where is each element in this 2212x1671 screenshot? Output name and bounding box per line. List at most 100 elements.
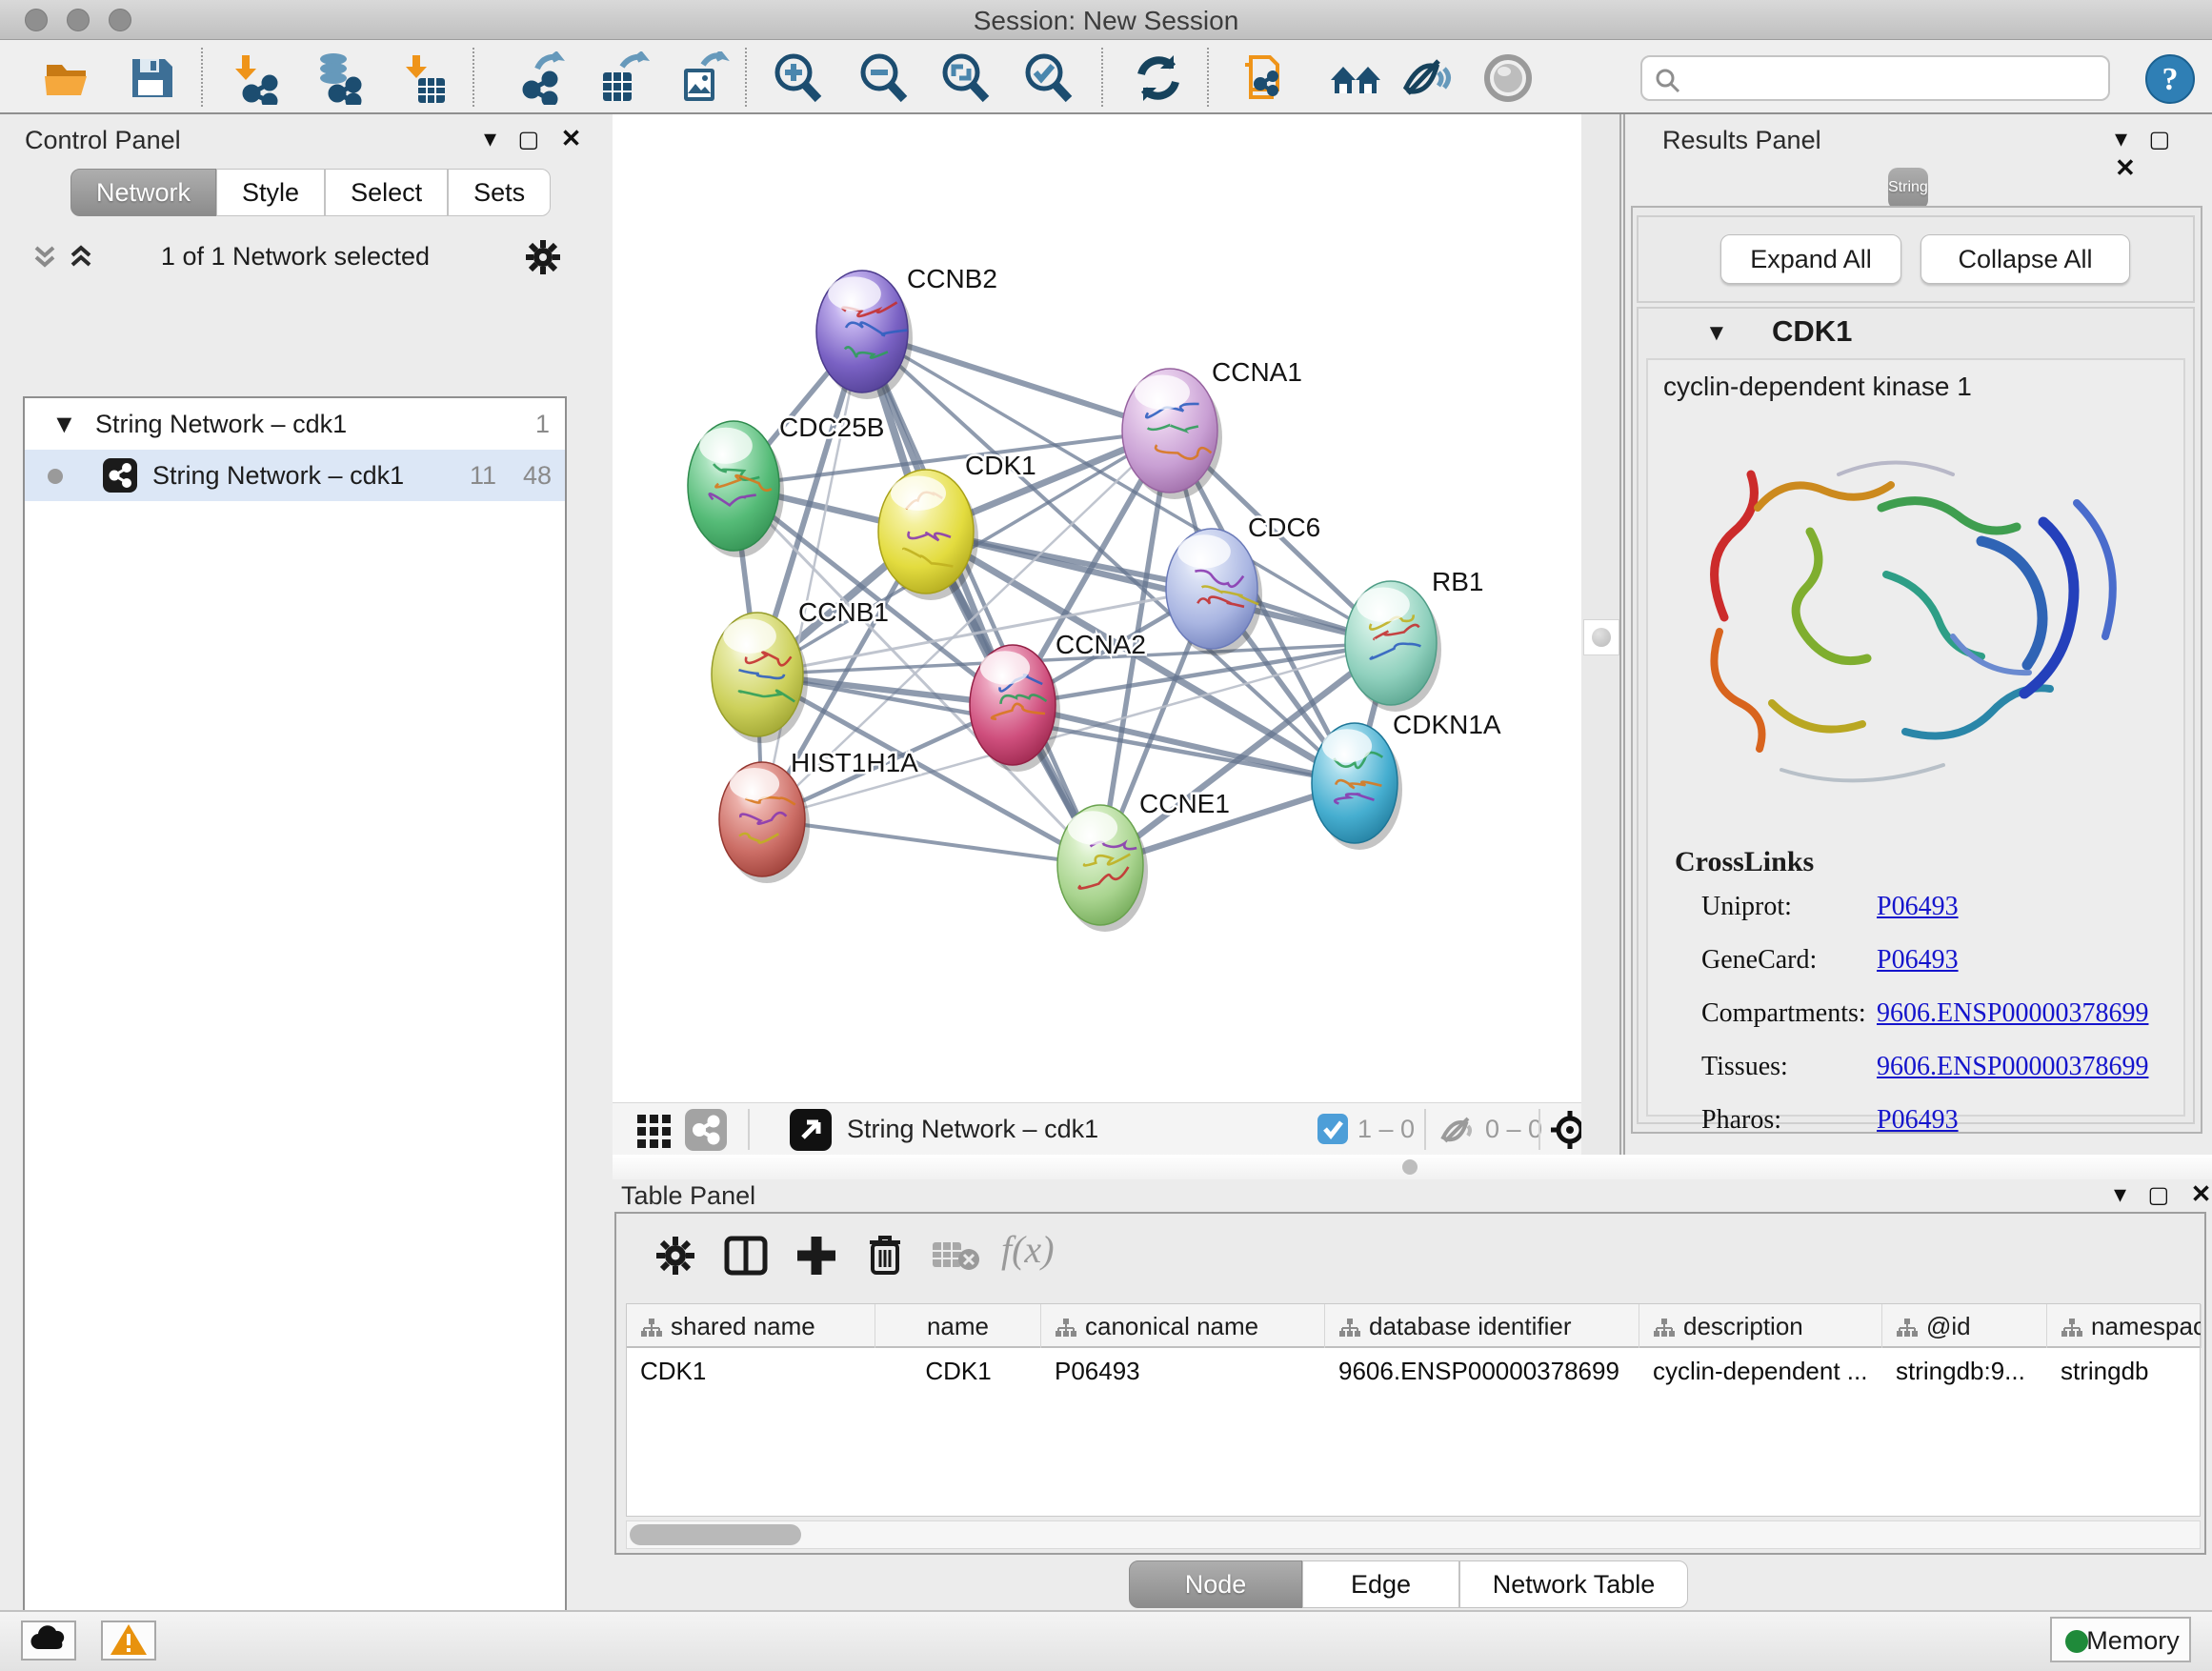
- memory-button[interactable]: Memory: [2050, 1617, 2191, 1662]
- network-edge-count: 48: [523, 450, 552, 501]
- expand-all-trees-icon[interactable]: [67, 240, 95, 277]
- column-header-description[interactable]: description: [1639, 1304, 1882, 1348]
- table-row[interactable]: CDK1CDK1P064939606.ENSP00000378699cyclin…: [627, 1350, 2200, 1392]
- tab-network[interactable]: Network: [70, 169, 216, 216]
- open-in-window-icon[interactable]: [790, 1109, 832, 1151]
- cell-namespace[interactable]: stringdb: [2047, 1350, 2202, 1394]
- selected-nodes-checkbox-icon[interactable]: [1317, 1114, 1348, 1144]
- node-HIST1H1A[interactable]: HIST1H1A: [719, 748, 918, 883]
- zoom-out-icon[interactable]: [856, 51, 910, 105]
- float-panel-icon[interactable]: ▢: [2149, 126, 2171, 153]
- warning-button[interactable]: [101, 1621, 156, 1661]
- hidden-eye-slash-icon[interactable]: [1439, 1113, 1478, 1152]
- network-collection-row[interactable]: ▼ String Network – cdk1 1: [25, 398, 565, 450]
- crosslink-value-link[interactable]: P06493: [1877, 892, 1959, 922]
- tab-sets[interactable]: Sets: [448, 169, 551, 216]
- splitter-grip[interactable]: [1402, 1159, 1418, 1175]
- edge-CCNB2-CCNE1[interactable]: [862, 332, 1100, 865]
- cell-database-identifier[interactable]: 9606.ENSP00000378699: [1325, 1350, 1639, 1394]
- tab-network-table[interactable]: Network Table: [1459, 1560, 1688, 1608]
- network-row-selected[interactable]: String Network – cdk1 11 48: [25, 450, 565, 501]
- close-panel-icon[interactable]: ✕: [2191, 1179, 2212, 1209]
- refresh-icon[interactable]: [1132, 51, 1185, 105]
- node-label-CCNE1: CCNE1: [1139, 789, 1230, 818]
- crosslink-value-link[interactable]: P06493: [1877, 945, 1959, 976]
- table-horizontal-scrollbar[interactable]: [626, 1520, 2201, 1549]
- float-panel-icon[interactable]: ▢: [2148, 1181, 2170, 1209]
- vertical-splitter[interactable]: [1581, 114, 1625, 1155]
- add-column-icon[interactable]: [794, 1233, 839, 1283]
- scrollbar-thumb[interactable]: [630, 1524, 801, 1545]
- node-CCNE1[interactable]: CCNE1: [1057, 789, 1230, 932]
- export-table-icon[interactable]: [597, 51, 651, 105]
- float-panel-icon[interactable]: ▢: [518, 126, 540, 153]
- save-session-icon[interactable]: [125, 51, 178, 105]
- table-options-gear-icon[interactable]: [654, 1235, 696, 1281]
- close-panel-icon[interactable]: ✕: [2115, 153, 2136, 183]
- collapse-all-trees-icon[interactable]: [30, 240, 59, 277]
- network-canvas[interactable]: CCNB2CCNA1CDC25BCDK1CDC6RB1CCNB1CCNA2CDK…: [613, 114, 1581, 1102]
- node-CDC25B[interactable]: CDC25B: [688, 413, 884, 557]
- hide-panel-eye-icon[interactable]: [1400, 51, 1454, 105]
- node-label-RB1: RB1: [1432, 567, 1483, 596]
- edge-HIST1H1A-CCNE1[interactable]: [762, 819, 1100, 865]
- clone-network-icon[interactable]: [1237, 51, 1291, 105]
- crosslink-value-link[interactable]: 9606.ENSP00000378699: [1877, 1052, 2148, 1082]
- entry-expander-icon[interactable]: ▼: [1705, 320, 1728, 347]
- collapse-all-button[interactable]: Collapse All: [1920, 234, 2130, 284]
- cell-canonical-name[interactable]: P06493: [1041, 1350, 1325, 1394]
- network-options-gear-icon[interactable]: [524, 238, 562, 281]
- cell-name[interactable]: CDK1: [875, 1350, 1041, 1394]
- column-header-namespace[interactable]: namespace: [2047, 1304, 2202, 1348]
- cell-shared-name[interactable]: CDK1: [627, 1350, 875, 1394]
- collapse-panel-icon[interactable]: ▾: [484, 124, 496, 153]
- cloud-button[interactable]: [21, 1621, 76, 1661]
- help-icon[interactable]: ?: [2144, 53, 2198, 107]
- expand-all-button[interactable]: Expand All: [1720, 234, 1901, 284]
- splitter-grip[interactable]: [1583, 619, 1619, 655]
- column-header-name[interactable]: name: [875, 1304, 1041, 1348]
- show-panel-sphere-icon[interactable]: [1481, 51, 1535, 105]
- column-header-shared-name[interactable]: shared name: [627, 1304, 875, 1348]
- column-header-database-identifier[interactable]: database identifier: [1325, 1304, 1639, 1348]
- expand-collapse-box: Expand All Collapse All: [1637, 215, 2195, 303]
- crosslink-value-link[interactable]: 9606.ENSP00000378699: [1877, 998, 2148, 1029]
- open-session-icon[interactable]: [41, 51, 94, 105]
- tab-select[interactable]: Select: [325, 169, 448, 216]
- zoom-in-icon[interactable]: [771, 51, 824, 105]
- cell-description[interactable]: cyclin-dependent ...: [1639, 1350, 1882, 1394]
- import-network-from-database-icon[interactable]: [312, 51, 366, 105]
- fit-content-icon[interactable]: [938, 51, 992, 105]
- show-columns-icon[interactable]: [723, 1233, 769, 1283]
- search-input[interactable]: [1640, 55, 2110, 101]
- collapse-panel-icon[interactable]: ▾: [2114, 1179, 2126, 1209]
- column-header-canonical-name[interactable]: canonical name: [1041, 1304, 1325, 1348]
- column-header-@id[interactable]: @id: [1882, 1304, 2047, 1348]
- import-network-from-file-icon[interactable]: [231, 51, 284, 105]
- home-networks-icon[interactable]: [1329, 51, 1382, 105]
- import-table-icon[interactable]: [397, 51, 451, 105]
- node-CCNA1[interactable]: CCNA1: [1122, 357, 1302, 499]
- crosslink-label: Pharos:: [1701, 1105, 1781, 1136]
- zoom-selected-icon[interactable]: [1021, 51, 1075, 105]
- collapse-panel-icon[interactable]: ▾: [2115, 124, 2127, 153]
- tab-style[interactable]: Style: [216, 169, 325, 216]
- string-style-icon[interactable]: [685, 1109, 727, 1151]
- tab-edge-table[interactable]: Edge Table: [1302, 1560, 1459, 1608]
- results-panel: Results Panel ▾ ▢ ✕ String Expand All Co…: [1625, 114, 2212, 1155]
- export-network-icon[interactable]: [516, 51, 570, 105]
- delete-column-trash-icon[interactable]: [864, 1231, 906, 1283]
- crosslink-value-link[interactable]: P06493: [1877, 1105, 1959, 1136]
- node-RB1[interactable]: RB1: [1345, 567, 1483, 712]
- cell-@id[interactable]: stringdb:9...: [1882, 1350, 2047, 1394]
- node-CDKN1A[interactable]: CDKN1A: [1312, 710, 1501, 850]
- collection-expander-icon[interactable]: ▼: [51, 398, 77, 450]
- node-CDC6[interactable]: CDC6: [1166, 513, 1320, 655]
- tab-string[interactable]: String: [1888, 168, 1928, 210]
- node-CCNB2[interactable]: CCNB2: [816, 264, 997, 399]
- birdseye-grid-icon[interactable]: [635, 1111, 674, 1154]
- close-panel-icon[interactable]: ✕: [561, 124, 582, 153]
- tab-node-table[interactable]: Node Table: [1129, 1560, 1302, 1608]
- horizontal-splitter[interactable]: [613, 1155, 2212, 1179]
- export-image-icon[interactable]: [676, 51, 730, 105]
